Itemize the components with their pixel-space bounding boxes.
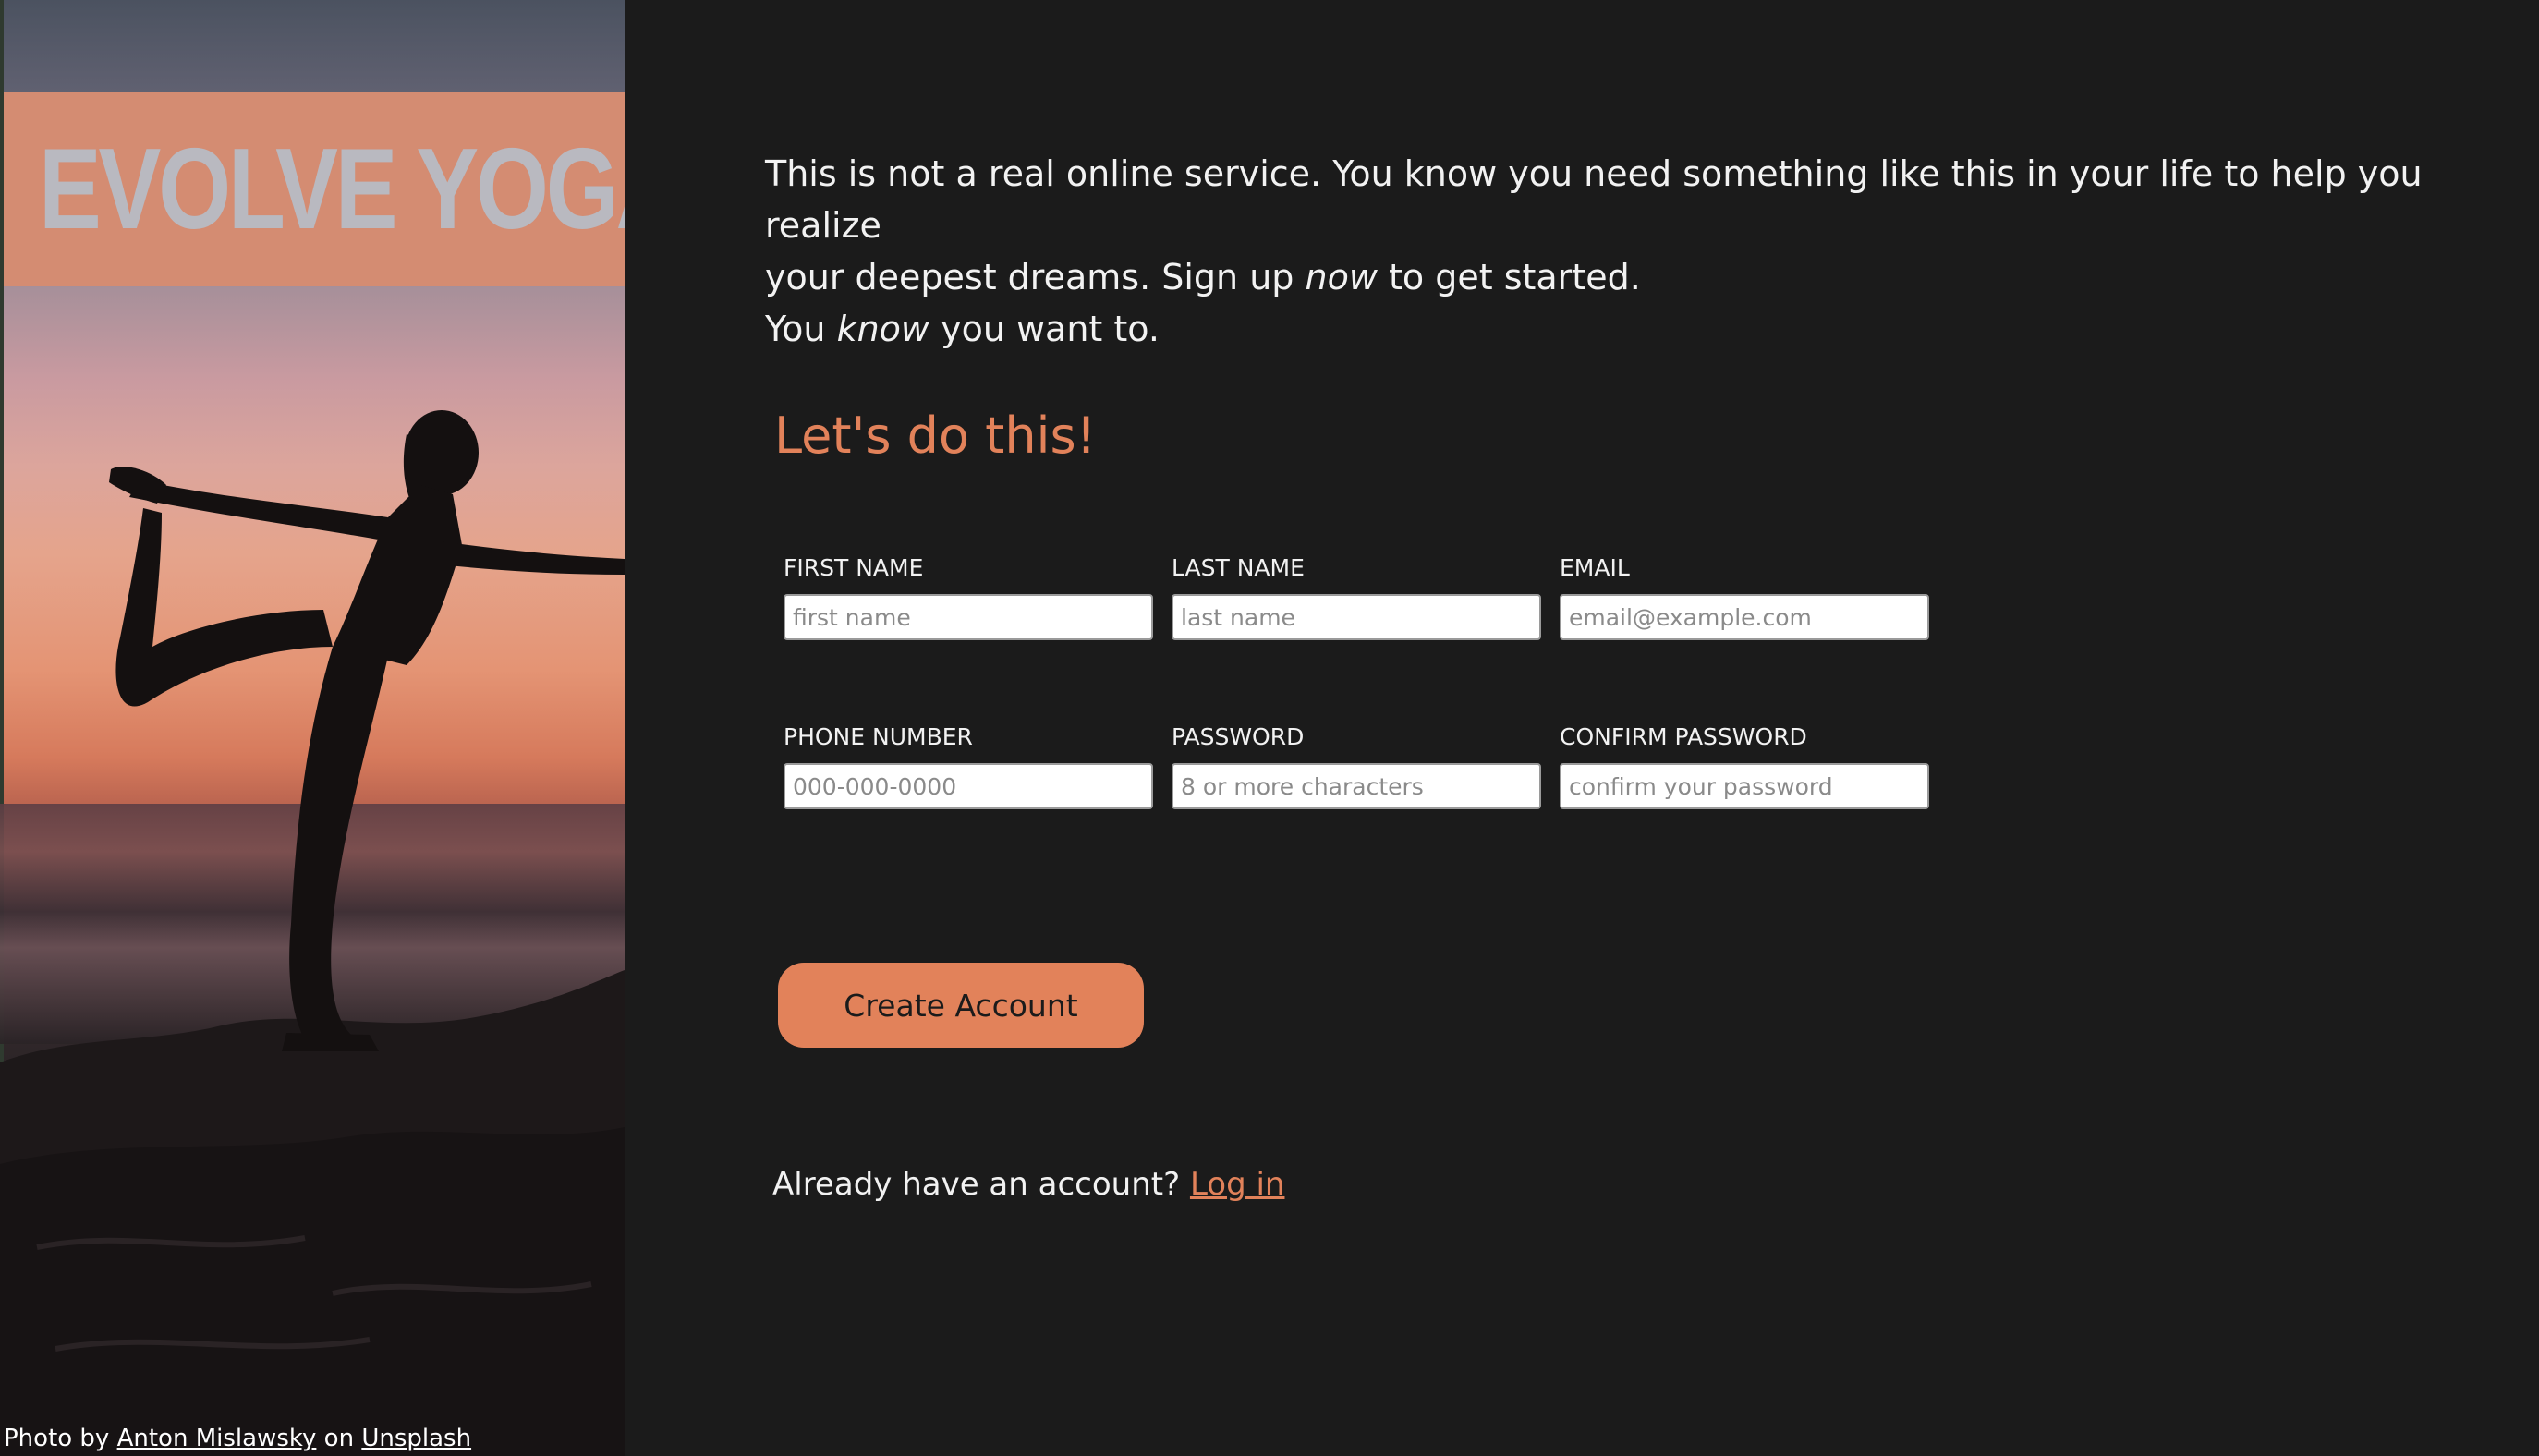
confirm-password-field: CONFIRM PASSWORD [1560,723,1929,809]
intro-section: This is not a real online service. You k… [765,148,2447,355]
confirm-password-input[interactable] [1560,763,1929,809]
first-name-label: FIRST NAME [784,554,924,581]
form-heading: Let's do this! [774,406,1097,465]
phone-label: PHONE NUMBER [784,723,973,750]
intro-line-3a: You [765,309,837,349]
password-input[interactable] [1172,763,1541,809]
photo-credit: Photo by Anton Mislawsky on Unsplash [4,1425,471,1452]
password-field: PASSWORD [1172,723,1541,809]
create-account-button[interactable]: Create Account [778,963,1144,1048]
credit-joiner: on [323,1425,355,1452]
login-prompt: Already have an account? Log in [772,1166,1284,1203]
intro-line-2b: to get started. [1377,257,1641,297]
password-label: PASSWORD [1172,723,1305,750]
confirm-password-label: CONFIRM PASSWORD [1560,723,1807,750]
login-prompt-text: Already have an account? [772,1166,1181,1203]
intro-line-2a: your deepest dreams. Sign up [765,257,1306,297]
last-name-field: LAST NAME [1172,554,1541,640]
email-label: EMAIL [1560,554,1630,581]
email-field: EMAIL [1560,554,1929,640]
last-name-label: LAST NAME [1172,554,1305,581]
credit-author-link[interactable]: Anton Mislawsky [117,1425,317,1452]
brand-name: EVOLVE YOGA [39,126,625,253]
intro-line-1: This is not a real online service. You k… [765,153,2423,246]
intro-emphasis-now: now [1305,257,1378,297]
intro-text: This is not a real online service. You k… [765,148,2447,355]
phone-input[interactable] [784,763,1153,809]
brand-banner: EVOLVE YOGA [4,92,625,286]
email-input[interactable] [1560,594,1929,640]
last-name-input[interactable] [1172,594,1541,640]
intro-line-3b: you want to. [929,309,1160,349]
signup-page: EVOLVE YOGA Photo by Anton Mislawsky on … [0,0,2539,1456]
first-name-field: FIRST NAME [784,554,1153,640]
phone-field: PHONE NUMBER [784,723,1153,809]
login-link[interactable]: Log in [1190,1166,1285,1203]
credit-prefix: Photo by [4,1425,110,1452]
hero-image: EVOLVE YOGA Photo by Anton Mislawsky on … [0,0,625,1456]
intro-emphasis-know: know [836,309,929,349]
first-name-input[interactable] [784,594,1153,640]
credit-site-link[interactable]: Unsplash [361,1425,471,1452]
